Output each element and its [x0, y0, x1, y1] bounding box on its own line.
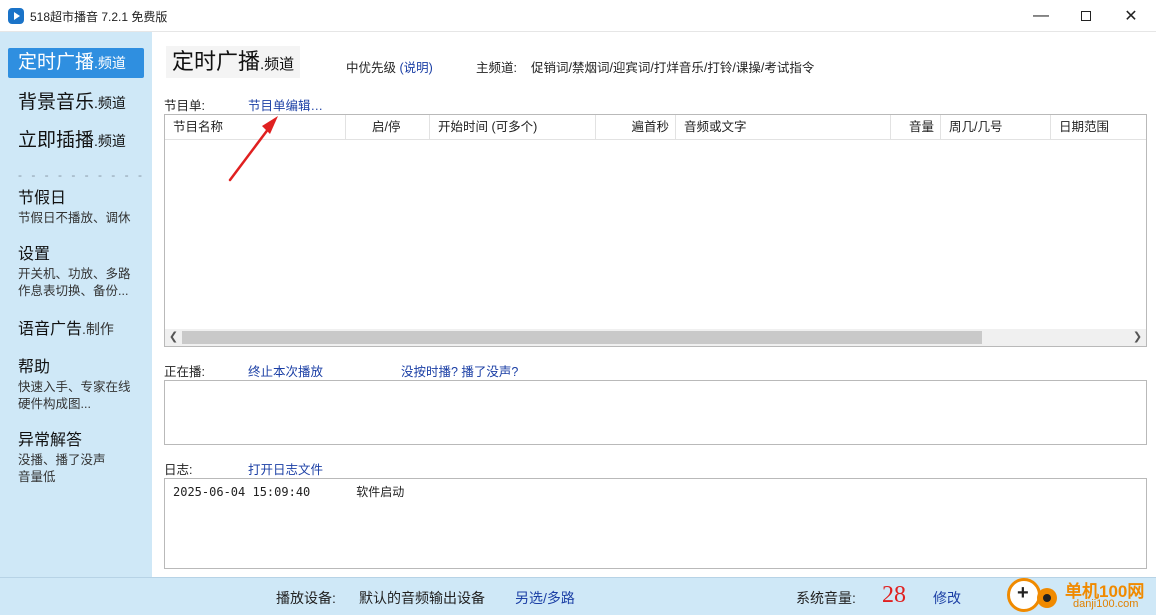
priority-help-link[interactable]: (说明)	[400, 61, 433, 75]
title-bar: 518超市播音 7.2.1 免费版 — ✕	[0, 0, 1156, 32]
close-button[interactable]: ✕	[1108, 0, 1154, 32]
modify-volume-link[interactable]: 修改	[933, 588, 961, 608]
sidebar-section-sub: 节假日不播放、调休	[18, 211, 131, 225]
watermark-logo-icon	[1007, 578, 1041, 612]
channel-value: 促销词/禁烟词/迎宾词/打烊音乐/打铃/课操/考试指令	[530, 61, 815, 75]
sidebar-item-suffix: .频道	[94, 95, 126, 111]
column-header-skip-seconds[interactable]: 遍首秒	[596, 115, 676, 140]
select-device-link[interactable]: 另选/多路	[515, 588, 575, 608]
playlist-table[interactable]: 节目名称 启/停 开始时间 (可多个) 遍首秒 音频或文字 音量 周几/几号 日…	[164, 114, 1147, 347]
annotation-arrow-icon	[228, 116, 278, 182]
volume-value: 28	[882, 582, 906, 608]
log-time: 2025-06-04 15:09:40	[173, 485, 311, 499]
page-title: 定时广播.频道	[166, 46, 301, 78]
channel-label: 主频道:	[476, 61, 517, 75]
sidebar-item-label: 定时广播	[18, 52, 95, 73]
scrollbar-thumb[interactable]	[182, 331, 982, 344]
sidebar-section-sub: 作息表切换、备份...	[18, 284, 129, 298]
scroll-right-icon[interactable]: ❯	[1129, 329, 1146, 346]
close-icon: ✕	[1124, 8, 1138, 25]
sidebar-item-suffix: .频道	[94, 133, 126, 149]
sidebar-section-sub: 没播、播了没声	[18, 453, 106, 467]
log-label: 日志:	[164, 463, 193, 477]
sidebar: 定时广播.频道 背景音乐.频道 立即插播.频道 - - - - - - - - …	[0, 32, 152, 577]
page-title-suffix: .频道	[260, 56, 295, 73]
app-logo-icon	[8, 8, 24, 24]
sidebar-section-title: 设置	[18, 246, 51, 263]
sidebar-section-sub: 硬件构成图...	[18, 397, 91, 411]
sidebar-item-suffix: .频道	[94, 55, 126, 71]
playlist-label: 节目单:	[164, 99, 205, 113]
sidebar-item-label: 背景音乐	[18, 92, 95, 113]
scroll-left-icon[interactable]: ❮	[165, 329, 182, 346]
status-bar: 播放设备: 默认的音频输出设备 另选/多路 系统音量: 28 修改	[0, 577, 1156, 615]
sidebar-section-title: 语音广告	[18, 321, 83, 338]
troubleshoot-link[interactable]: 没按时播? 播了没声?	[401, 361, 518, 380]
sidebar-item-scheduled-broadcast[interactable]: 定时广播.频道	[8, 48, 144, 78]
open-log-file-link[interactable]: 打开日志文件	[248, 459, 323, 478]
log-entry: 2025-06-04 15:09:40 软件启动	[173, 483, 404, 500]
sidebar-section-title: 帮助	[18, 359, 51, 376]
maximize-button[interactable]	[1063, 0, 1109, 32]
sidebar-section-title: 异常解答	[18, 432, 83, 449]
maximize-icon	[1081, 11, 1091, 21]
sidebar-item-troubleshooting[interactable]: 异常解答 没播、播了没声 音量低	[8, 430, 144, 486]
channel-info: 主频道: 促销词/禁烟词/迎宾词/打烊音乐/打铃/课操/考试指令	[476, 57, 814, 76]
log-message: 软件启动	[356, 485, 405, 499]
now-playing-label: 正在播:	[164, 365, 205, 379]
log-box[interactable]: 2025-06-04 15:09:40 软件启动	[164, 478, 1147, 569]
device-label: 播放设备:	[276, 590, 336, 606]
watermark: 单机100网 danji100.com	[1005, 574, 1155, 615]
table-header: 节目名称 启/停 开始时间 (可多个) 遍首秒 音频或文字 音量 周几/几号 日…	[165, 115, 1146, 140]
sidebar-item-holidays[interactable]: 节假日 节假日不播放、调休	[8, 188, 144, 227]
column-header-start-time[interactable]: 开始时间 (可多个)	[430, 115, 596, 140]
sidebar-item-settings[interactable]: 设置 开关机、功放、多路 作息表切换、备份...	[8, 244, 144, 300]
sidebar-item-instant-insert[interactable]: 立即插播.频道	[8, 126, 144, 156]
volume-label: 系统音量:	[796, 590, 856, 606]
sidebar-section-sub: 快速入手、专家在线	[18, 380, 131, 394]
window-title: 518超市播音 7.2.1 免费版	[30, 10, 168, 24]
watermark-dot-icon	[1037, 588, 1057, 608]
sidebar-section-title: 节假日	[18, 190, 67, 207]
sidebar-section-sub: 开关机、功放、多路	[18, 267, 131, 281]
priority-label: 中优先级	[346, 61, 397, 75]
sidebar-item-voice-ads[interactable]: 语音广告.制作	[8, 319, 144, 341]
sidebar-separator: - - - - - - - - - -	[18, 168, 145, 182]
device-value: 默认的音频输出设备	[359, 590, 485, 606]
sidebar-item-help[interactable]: 帮助 快速入手、专家在线 硬件构成图...	[8, 357, 144, 413]
horizontal-scrollbar[interactable]: ❮ ❯	[165, 329, 1146, 346]
sidebar-section-sub: 音量低	[18, 470, 56, 484]
column-header-date-range[interactable]: 日期范围	[1051, 115, 1146, 140]
minimize-button[interactable]: —	[1018, 0, 1064, 32]
priority-info: 中优先级 (说明)	[346, 57, 433, 76]
stop-playback-link[interactable]: 终止本次播放	[248, 361, 323, 380]
column-header-volume[interactable]: 音量	[891, 115, 941, 140]
sidebar-section-suffix: .制作	[82, 321, 114, 337]
sidebar-item-label: 立即插播	[18, 130, 95, 151]
minimize-icon: —	[1033, 7, 1049, 24]
page-title-text: 定时广播	[172, 49, 261, 74]
column-header-audio-text[interactable]: 音频或文字	[676, 115, 891, 140]
watermark-url: danji100.com	[1073, 598, 1139, 610]
column-header-weekday[interactable]: 周几/几号	[941, 115, 1051, 140]
sidebar-item-background-music[interactable]: 背景音乐.频道	[8, 88, 144, 118]
column-header-enabled[interactable]: 启/停	[346, 115, 430, 140]
now-playing-box	[164, 380, 1147, 445]
